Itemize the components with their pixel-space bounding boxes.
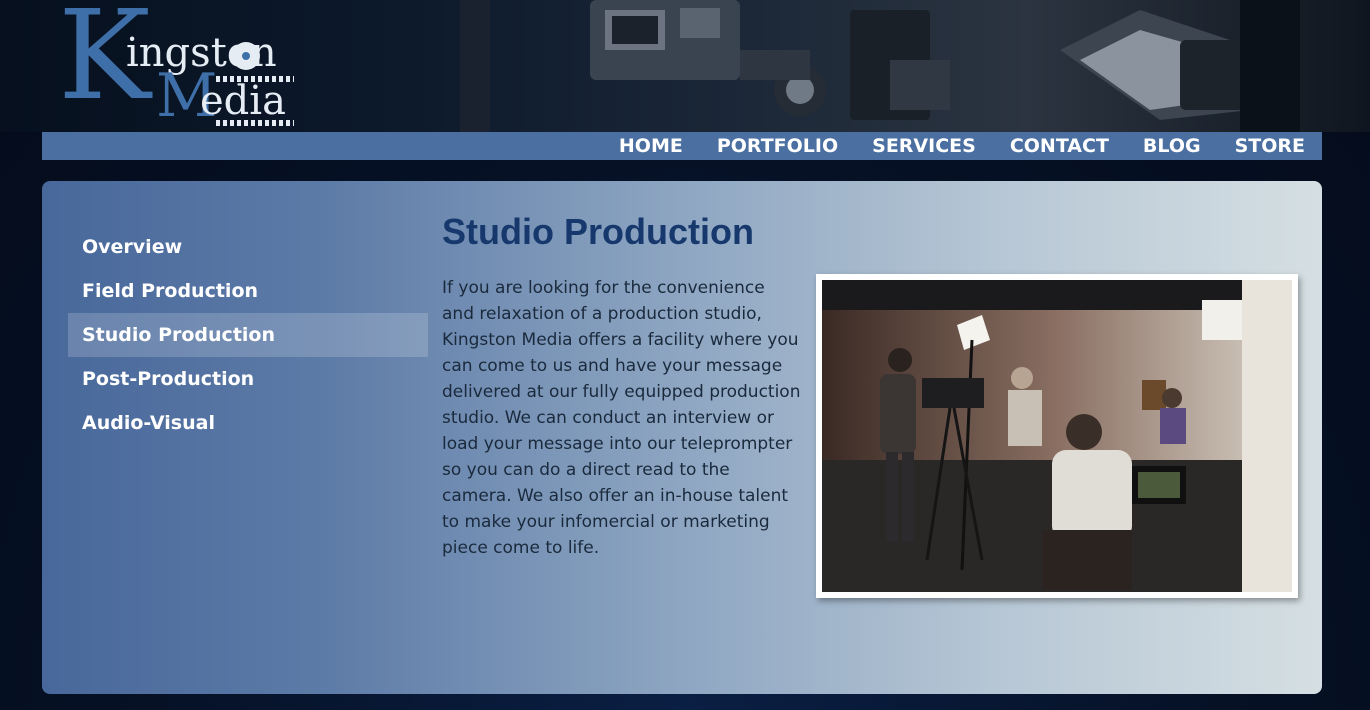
- sidebar-item-studio-production[interactable]: Studio Production: [68, 313, 428, 357]
- film-reel-icon: [232, 42, 260, 70]
- sidebar-item-post-production[interactable]: Post-Production: [68, 357, 428, 401]
- services-sidebar: Overview Field Production Studio Product…: [68, 225, 428, 445]
- nav-blog[interactable]: BLOG: [1126, 132, 1218, 160]
- header-banner: K ingston M edia: [0, 0, 1370, 132]
- nav-portfolio[interactable]: PORTFOLIO: [700, 132, 855, 160]
- nav-items: HOME PORTFOLIO SERVICES CONTACT BLOG STO…: [602, 132, 1305, 160]
- nav-services[interactable]: SERVICES: [855, 132, 993, 160]
- body-text: If you are looking for the convenience a…: [442, 278, 801, 558]
- logo-text-edia: edia: [200, 78, 286, 124]
- page-title: Studio Production: [442, 211, 754, 252]
- nav-home[interactable]: HOME: [602, 132, 700, 160]
- main-nav: HOME PORTFOLIO SERVICES CONTACT BLOG STO…: [42, 132, 1322, 160]
- sidebar-item-audio-visual[interactable]: Audio-Visual: [68, 401, 428, 445]
- nav-store[interactable]: STORE: [1218, 132, 1305, 160]
- studio-photo: [816, 274, 1298, 598]
- kingston-media-logo[interactable]: K ingston M edia: [48, 0, 298, 128]
- sidebar-item-overview[interactable]: Overview: [68, 225, 428, 269]
- content-panel: Overview Field Production Studio Product…: [42, 181, 1322, 694]
- sidebar-item-field-production[interactable]: Field Production: [68, 269, 428, 313]
- studio-production-photo-icon: [822, 280, 1292, 592]
- nav-contact[interactable]: CONTACT: [993, 132, 1126, 160]
- film-strip-icon: [216, 120, 294, 126]
